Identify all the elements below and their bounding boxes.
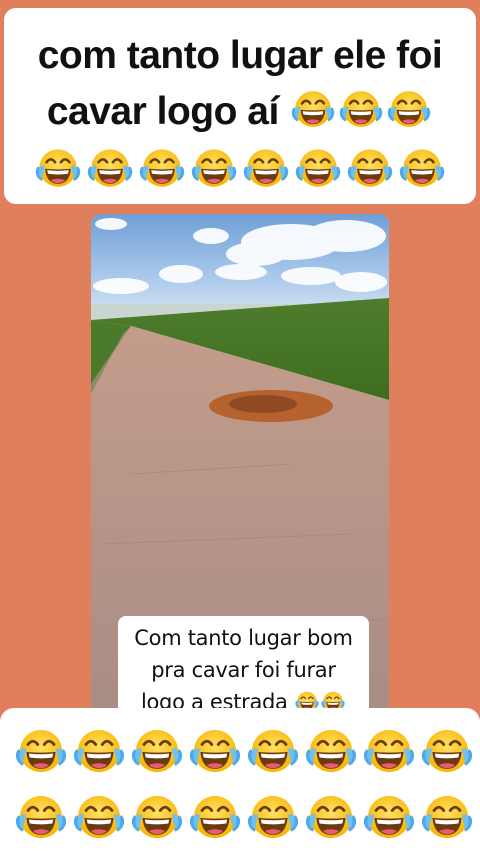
header-line-1: com tanto lugar ele foi (37, 34, 443, 77)
footer-emoji-row-2 (12, 792, 480, 842)
face-with-tears-of-joy-icon (399, 146, 445, 190)
header-line-2: cavar logo aí (14, 84, 466, 140)
face-with-tears-of-joy-icon (87, 146, 133, 190)
header-line-2-text: cavar logo aí (46, 90, 279, 133)
face-with-tears-of-joy-icon (291, 88, 335, 130)
face-with-tears-of-joy-icon (305, 792, 357, 842)
face-with-tears-of-joy-icon (189, 792, 241, 842)
face-with-tears-of-joy-icon (73, 726, 125, 776)
caption-line-2: pra cavar foi furar (151, 658, 336, 682)
face-with-tears-of-joy-icon (247, 792, 299, 842)
hole (229, 395, 297, 413)
face-with-tears-of-joy-icon (363, 726, 415, 776)
face-with-tears-of-joy-icon (305, 726, 357, 776)
face-with-tears-of-joy-icon (387, 88, 431, 130)
face-with-tears-of-joy-icon (189, 726, 241, 776)
face-with-tears-of-joy-icon (35, 146, 81, 190)
face-with-tears-of-joy-icon (421, 726, 473, 776)
face-with-tears-of-joy-icon (15, 792, 67, 842)
face-with-tears-of-joy-icon (363, 792, 415, 842)
face-with-tears-of-joy-icon (347, 146, 393, 190)
face-with-tears-of-joy-icon (73, 792, 125, 842)
header-line-2-emojis (289, 90, 433, 133)
face-with-tears-of-joy-icon (15, 726, 67, 776)
footer-card (0, 708, 480, 854)
face-with-tears-of-joy-icon (131, 792, 183, 842)
header-emoji-row (14, 140, 466, 194)
video-caption: Com tanto lugar bom pra cavar foi furar … (118, 616, 369, 716)
face-with-tears-of-joy-icon (131, 726, 183, 776)
face-with-tears-of-joy-icon (191, 146, 237, 190)
face-with-tears-of-joy-icon (295, 146, 341, 190)
caption-line-1: Com tanto lugar bom (134, 626, 353, 650)
header-card: com tanto lugar ele foi cavar logo aí (4, 8, 476, 204)
footer-emoji-row-1 (12, 726, 480, 776)
face-with-tears-of-joy-icon (339, 88, 383, 130)
face-with-tears-of-joy-icon (247, 726, 299, 776)
face-with-tears-of-joy-icon (243, 146, 289, 190)
face-with-tears-of-joy-icon (139, 146, 185, 190)
face-with-tears-of-joy-icon (421, 792, 473, 842)
